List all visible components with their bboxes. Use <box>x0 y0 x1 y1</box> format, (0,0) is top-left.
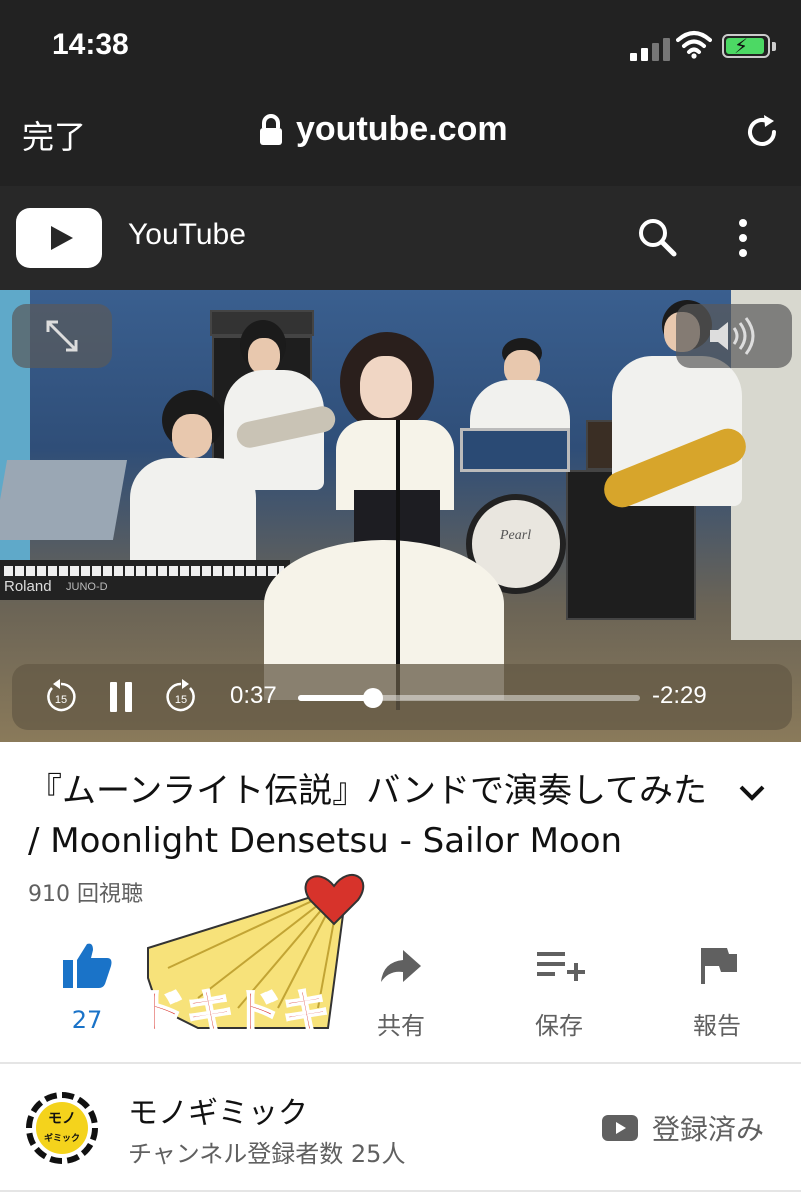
skip-forward-15-icon[interactable]: 15 <box>162 678 200 716</box>
battery-icon: ⚡ <box>722 34 770 58</box>
flag-icon <box>701 948 737 984</box>
sticker-text: ドキドキ <box>138 984 330 1040</box>
youtube-play-icon <box>602 1115 638 1141</box>
like-button[interactable]: 27 <box>32 940 142 1034</box>
video-title: 『ムーンライト伝説』バンドで演奏してみた / Moonlight Densets… <box>28 771 707 861</box>
dokidoki-sticker: ドキドキ <box>137 874 365 1041</box>
lock-icon <box>260 113 282 145</box>
divider <box>0 1190 801 1192</box>
subscribed-button[interactable]: 登録済み <box>602 1108 764 1148</box>
laptop <box>0 460 128 540</box>
reload-icon[interactable] <box>742 112 782 152</box>
done-button[interactable]: 完了 <box>22 112 86 158</box>
save-label: 保存 <box>535 1012 583 1040</box>
avatar-text-2: ギミック <box>43 1134 80 1144</box>
chevron-down-icon[interactable] <box>736 782 768 804</box>
speaker-icon <box>710 317 755 355</box>
video-player[interactable]: Roland JUNO-D Pearl 15 15 0:37 -2:29 <box>0 290 801 742</box>
skip-forward-label: 15 <box>175 694 187 706</box>
divider <box>0 1062 801 1064</box>
seek-bar-played <box>298 695 374 701</box>
view-count: 910 回視聴 <box>28 882 143 907</box>
vocalist-face <box>360 356 412 418</box>
share-icon <box>381 950 421 982</box>
current-time: 0:37 <box>230 682 277 709</box>
keyboard-model: JUNO-D <box>66 581 108 593</box>
playlist-add-icon <box>537 952 585 981</box>
like-count: 27 <box>71 1006 103 1034</box>
musician-face <box>172 414 212 458</box>
save-button[interactable]: 保存 <box>504 940 614 1041</box>
wifi-icon <box>676 31 712 59</box>
skip-back-15-icon[interactable]: 15 <box>42 678 80 716</box>
address-bar[interactable]: youtube.com <box>258 110 508 149</box>
youtube-title: YouTube <box>128 218 246 251</box>
musician-shirt <box>130 458 256 568</box>
channel-avatar-logo: モノ ギミック <box>36 1102 88 1154</box>
youtube-header: YouTube <box>0 186 801 290</box>
status-time: 14:38 <box>52 28 129 61</box>
more-options-icon[interactable] <box>736 218 750 258</box>
channel-name[interactable]: モノギミック <box>128 1088 308 1132</box>
remaining-time: -2:29 <box>652 682 707 709</box>
keyboard: Roland JUNO-D <box>0 560 290 600</box>
report-button[interactable]: 報告 <box>662 940 772 1041</box>
pause-icon[interactable] <box>106 680 136 714</box>
expand-icon <box>46 320 78 352</box>
video-actions: 27 共有 保存 報告 <box>0 940 801 1050</box>
fullscreen-button[interactable] <box>12 304 112 368</box>
youtube-logo-icon[interactable] <box>16 208 102 268</box>
seek-bar[interactable] <box>298 688 640 708</box>
keyboard-brand: Roland <box>4 578 52 595</box>
subscribed-label: 登録済み <box>652 1113 765 1146</box>
channel-avatar[interactable]: モノ ギミック <box>26 1092 98 1164</box>
url-text: youtube.com <box>296 110 508 148</box>
skip-back-label: 15 <box>55 694 67 706</box>
volume-button[interactable] <box>676 304 792 368</box>
avatar-text-1: モノ <box>48 1111 76 1127</box>
drum-toms <box>460 428 570 472</box>
thumbs-up-icon <box>63 943 112 988</box>
playback-controls: 15 15 0:37 -2:29 <box>12 664 792 730</box>
battery-tip <box>772 42 776 51</box>
search-icon[interactable] <box>636 216 678 258</box>
report-label: 報告 <box>693 1012 741 1040</box>
musician-face <box>248 338 280 374</box>
drum-brand: Pearl <box>500 528 532 543</box>
seek-bar-handle[interactable] <box>363 688 384 708</box>
cellular-signal-icon <box>630 38 670 61</box>
subscriber-count: チャンネル登録者数 25人 <box>128 1140 406 1168</box>
